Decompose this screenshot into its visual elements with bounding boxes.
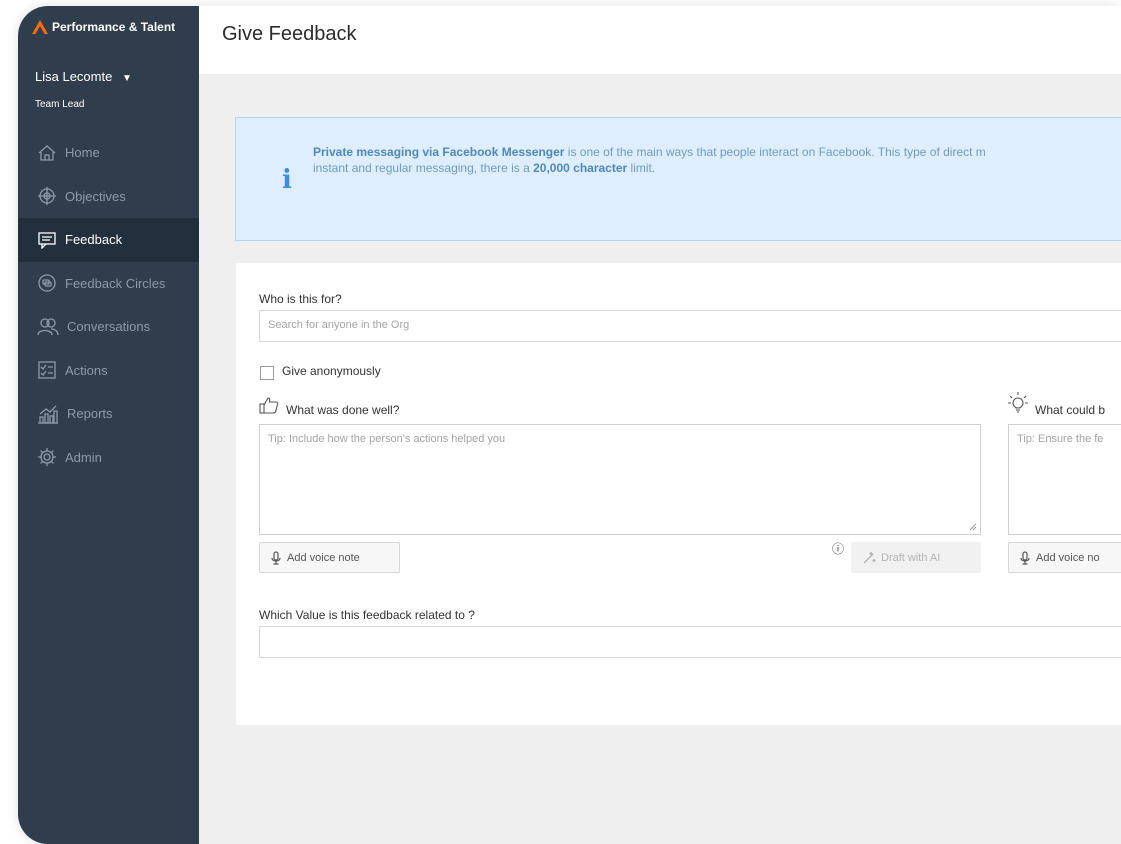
home-icon [38, 144, 56, 161]
sidebar-item-reports[interactable]: Reports [18, 392, 199, 436]
microphone-icon [271, 550, 281, 565]
user-name: Lisa Lecomte [35, 69, 113, 84]
could-placeholder: Tip: Ensure the fe [1017, 433, 1104, 445]
value-select[interactable] [259, 626, 1121, 658]
sidebar-item-label: Feedback [65, 232, 123, 248]
main-content: Give Feedback i Private messaging via Fa… [199, 6, 1121, 844]
who-label: Who is this for? [259, 292, 342, 306]
sidebar-item-label: Reports [67, 406, 113, 422]
user-role: Team Lead [35, 99, 85, 110]
magic-wand-icon [863, 551, 876, 563]
sidebar-item-label: Objectives [65, 188, 126, 204]
chat-icon [38, 232, 56, 249]
chevron-down-icon: ▼ [121, 73, 132, 84]
draft-with-ai-label: Draft with AI [881, 551, 941, 564]
sidebar-item-feedback-circles[interactable]: Feedback Circles [18, 262, 199, 306]
sidebar-item-conversations[interactable]: Conversations [18, 305, 199, 349]
sidebar-nav: Home Objectives Feedback Feedback Circle… [18, 131, 199, 479]
brand-name: Performance & Talent [52, 20, 176, 34]
circles-icon [38, 274, 56, 292]
info-limit: 20,000 character [533, 161, 628, 175]
info-banner: i Private messaging via Facebook Messeng… [235, 117, 1121, 241]
info-icon: i [282, 165, 292, 195]
gear-icon [38, 448, 56, 467]
app-window: Performance & Talent Lisa Lecomte ▼ Team… [18, 6, 1121, 844]
sidebar-item-feedback[interactable]: Feedback [18, 218, 199, 262]
people-icon [37, 318, 59, 335]
sidebar-item-label: Actions [65, 362, 108, 378]
sidebar-item-label: Admin [65, 449, 102, 465]
resize-handle[interactable] [969, 523, 977, 531]
sidebar: Performance & Talent Lisa Lecomte ▼ Team… [18, 6, 199, 844]
could-textarea[interactable]: Tip: Ensure the fe [1008, 424, 1121, 535]
sidebar-item-label: Conversations [67, 319, 151, 335]
add-voice-note-label: Add voice note [287, 551, 360, 564]
sidebar-item-label: Home [65, 145, 100, 161]
sidebar-item-label: Feedback Circles [65, 275, 166, 291]
add-voice-note-button-2[interactable]: Add voice no [1008, 542, 1121, 573]
page-title: Give Feedback [222, 23, 357, 45]
info-text-2: instant and regular messaging, there is … [313, 161, 534, 175]
header: Give Feedback [199, 6, 1121, 74]
well-label: What was done well? [286, 403, 400, 417]
draft-with-ai-button[interactable]: Draft with AI [851, 542, 981, 573]
anonymous-label: Give anonymously [282, 364, 381, 378]
user-menu[interactable]: Lisa Lecomte ▼ [35, 69, 132, 84]
well-placeholder: Tip: Include how the person's actions he… [268, 433, 506, 445]
checklist-icon [38, 361, 56, 379]
info-circle-icon[interactable]: ⓘ [832, 540, 844, 557]
brand[interactable]: Performance & Talent [32, 20, 175, 34]
chart-icon [38, 405, 58, 424]
brand-logo-icon [32, 20, 48, 34]
add-voice-note-label: Add voice no [1036, 551, 1100, 564]
add-voice-note-button[interactable]: Add voice note [259, 542, 400, 573]
info-text: Private messaging via Facebook Messenger… [313, 144, 1121, 176]
info-bold-text: Private messaging via Facebook Messenger [313, 145, 565, 159]
sidebar-item-admin[interactable]: Admin [18, 436, 199, 480]
microphone-icon [1020, 550, 1030, 565]
thumbs-up-icon [259, 397, 279, 414]
value-label: Which Value is this feedback related to … [259, 608, 475, 622]
recipient-search-input[interactable]: Search for anyone in the Org [259, 310, 1121, 342]
sidebar-item-home[interactable]: Home [18, 131, 199, 175]
well-textarea[interactable]: Tip: Include how the person's actions he… [259, 424, 981, 535]
sidebar-item-objectives[interactable]: Objectives [18, 175, 199, 219]
target-icon [38, 187, 56, 206]
lightbulb-icon [1008, 392, 1028, 413]
info-text-3: limit. [627, 161, 656, 175]
sidebar-item-actions[interactable]: Actions [18, 349, 199, 393]
anonymous-checkbox[interactable] [260, 366, 274, 380]
could-label: What could b [1035, 403, 1106, 417]
recipient-placeholder: Search for anyone in the Org [268, 319, 410, 331]
info-text-1: is one of the main ways that people inte… [564, 145, 986, 159]
feedback-form: Who is this for? Search for anyone in th… [236, 263, 1121, 725]
